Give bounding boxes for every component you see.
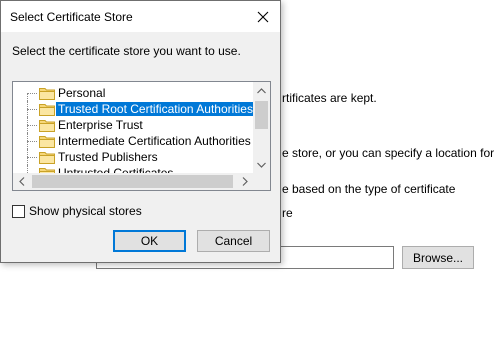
folder-icon (39, 104, 55, 116)
vertical-scroll-thumb[interactable] (255, 101, 268, 129)
scrollbar-corner (253, 173, 270, 190)
show-physical-stores-option[interactable]: Show physical stores (12, 204, 142, 218)
cancel-button[interactable]: Cancel (197, 230, 270, 252)
tree-connector (27, 133, 39, 149)
folder-icon (39, 152, 55, 164)
scroll-right-button[interactable] (236, 173, 253, 190)
chevron-up-icon (257, 87, 266, 93)
tree-connector (27, 101, 39, 117)
tree-connector (27, 85, 39, 101)
scroll-up-button[interactable] (253, 82, 270, 99)
folder-icon (39, 136, 55, 148)
horizontal-scroll-thumb[interactable] (32, 175, 233, 188)
chevron-left-icon (18, 177, 24, 186)
dialog-titlebar: Select Certificate Store (1, 1, 280, 32)
close-button[interactable] (246, 1, 280, 32)
store-item[interactable]: Personal (13, 85, 253, 101)
store-tree[interactable]: Personal Trusted Root Certification Autho… (12, 81, 271, 191)
show-physical-stores-checkbox[interactable] (12, 204, 25, 218)
store-item[interactable]: Intermediate Certification Authorities (13, 133, 253, 149)
wizard-text-line-3: e based on the type of certificate (282, 182, 456, 196)
store-item[interactable]: Enterprise Trust (13, 117, 253, 133)
folder-icon (39, 120, 55, 132)
store-item[interactable]: Trusted Root Certification Authorities (13, 101, 255, 117)
store-item-label: Trusted Publishers (58, 150, 158, 164)
scroll-left-button[interactable] (13, 173, 30, 190)
select-certificate-store-dialog: Select Certificate Store Select the cert… (0, 0, 281, 263)
chevron-down-icon (257, 162, 266, 168)
store-item[interactable]: Trusted Publishers (13, 149, 253, 165)
store-item-label: Personal (58, 86, 106, 100)
store-item-label: Enterprise Trust (58, 118, 143, 132)
horizontal-scrollbar[interactable] (13, 173, 253, 190)
ok-button[interactable]: OK (113, 230, 186, 252)
store-item-label: Trusted Root Certification Authorities (56, 102, 255, 116)
store-item-label: Intermediate Certification Authorities (58, 134, 251, 148)
tree-connector (27, 149, 39, 165)
wizard-text-line-2: e store, or you can specify a location f… (282, 146, 495, 160)
close-icon (257, 11, 269, 22)
vertical-scrollbar[interactable] (253, 82, 270, 173)
wizard-text-line-1: rtificates are kept. (282, 91, 377, 105)
scroll-down-button[interactable] (253, 156, 270, 173)
tree-connector (27, 117, 39, 133)
dialog-prompt: Select the certificate store you want to… (12, 44, 241, 58)
browse-button[interactable]: Browse... (402, 246, 474, 269)
folder-icon (39, 88, 55, 100)
dialog-title: Select Certificate Store (10, 10, 133, 24)
store-tree-items: Personal Trusted Root Certification Autho… (13, 85, 255, 181)
show-physical-stores-label: Show physical stores (29, 204, 142, 218)
chevron-right-icon (242, 177, 248, 186)
wizard-text-line-4: re (282, 206, 293, 220)
